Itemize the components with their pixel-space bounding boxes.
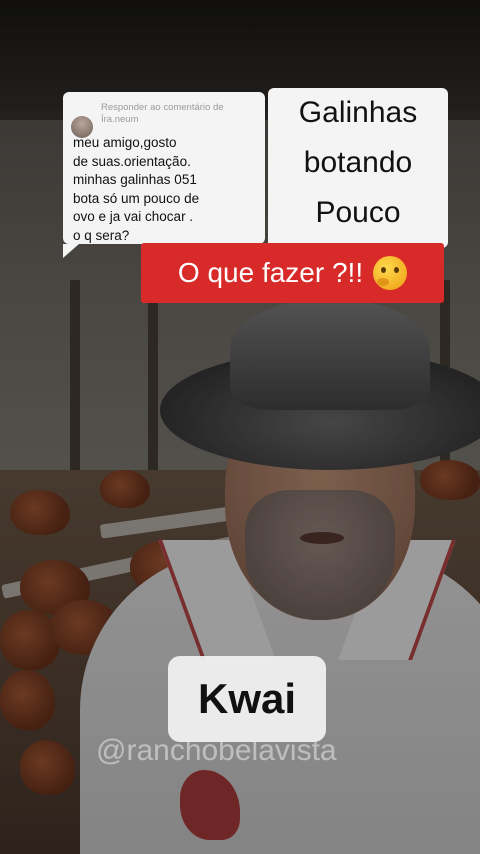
title-line: botando xyxy=(303,146,413,179)
video-frame[interactable]: Responder ao comentário de Íra.neum meu … xyxy=(0,0,480,854)
video-title-caption: Galinhas botando Pouco xyxy=(268,88,448,248)
creator-handle: @ranchobelavista xyxy=(96,734,337,767)
banner-text: O que fazer ?!! xyxy=(177,257,364,288)
comment-line: de suas.orientação. xyxy=(73,153,191,169)
kwai-logo-text: Kwai xyxy=(197,675,297,722)
question-banner: O que fazer ?!! xyxy=(141,243,444,303)
reply-header: Responder ao comentário de Íra.neum xyxy=(101,102,224,125)
kwai-watermark: Kwai xyxy=(168,656,326,742)
comment-line: meu amigo,gosto xyxy=(73,135,177,150)
comment-line: bota só um pouco de xyxy=(73,190,200,206)
comment-line: minhas galinhas 051 xyxy=(73,172,197,187)
title-line: Pouco xyxy=(315,196,401,229)
reply-comment-sticker[interactable]: Responder ao comentário de Íra.neum meu … xyxy=(63,92,265,258)
title-line: Galinhas xyxy=(298,96,418,129)
comment-line: ovo e ja vai chocar . xyxy=(73,209,194,224)
comment-text: meu amigo,gosto de suas.orientação. minh… xyxy=(73,134,263,245)
thinking-face-icon xyxy=(373,256,408,290)
